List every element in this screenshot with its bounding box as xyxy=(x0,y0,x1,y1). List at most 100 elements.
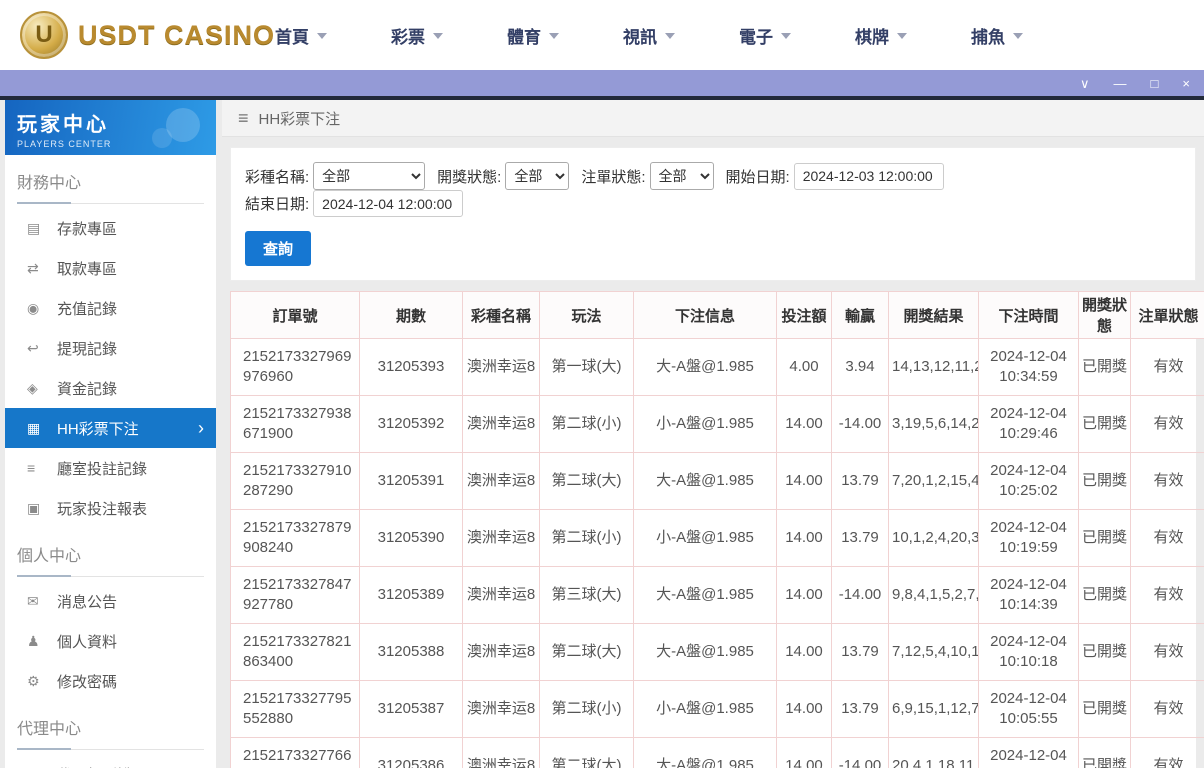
end-date-input[interactable] xyxy=(313,190,464,217)
table-cell: -14.00 xyxy=(831,566,889,624)
breadcrumb: ≡ HH彩票下注 xyxy=(222,100,1204,137)
logo[interactable]: U USDT CASINO xyxy=(20,11,275,59)
table-cell: 澳洲幸运8 xyxy=(462,395,540,453)
nav-item-5[interactable]: 電子 xyxy=(739,23,792,48)
nav-item-2[interactable]: 彩票 xyxy=(391,23,444,48)
sidebar-item[interactable]: ⇄ 取款專區 xyxy=(5,248,216,288)
table-header-cell: 期數 xyxy=(359,291,463,339)
table-cell: 小-A盤@1.985 xyxy=(633,509,777,567)
table-cell: 小-A盤@1.985 xyxy=(633,395,777,453)
sidebar-item[interactable]: ◉ 充值記錄 xyxy=(5,288,216,328)
table-cell: 31205387 xyxy=(359,680,463,738)
order-status-label: 注單狀態: xyxy=(581,168,646,186)
table-cell: 31205391 xyxy=(359,452,463,510)
sidebar-item[interactable]: ◈ 資金記錄 xyxy=(5,368,216,408)
filter-panel: 彩種名稱: 全部 開獎狀態: 全部 注單狀態: 全部 開始日期: 結束日期: xyxy=(230,147,1196,281)
recharge-record-icon: ◉ xyxy=(27,299,40,316)
table-cell: 有效 xyxy=(1130,452,1204,510)
table-row: 2152173327910287290 31205391 澳洲幸运8 第二球(大) 大-… xyxy=(230,452,1204,510)
table-cell: 大-A盤@1.985 xyxy=(633,566,777,624)
table-header-cell: 注單狀態 xyxy=(1130,291,1204,339)
maximize-icon[interactable]: □ xyxy=(1151,77,1159,90)
table-header-cell: 下注時間 xyxy=(978,291,1079,339)
sidebar-item[interactable]: ✉ 消息公告 xyxy=(5,581,216,621)
table-cell: 14.00 xyxy=(776,737,832,768)
table-cell: 澳洲幸运8 xyxy=(462,737,540,768)
table-header-cell: 訂單號 xyxy=(230,291,360,339)
table-row: 2152173327938671900 31205392 澳洲幸运8 第二球(小) 小-… xyxy=(230,395,1204,453)
order-status-select[interactable]: 全部 xyxy=(649,162,714,190)
sidebar-item[interactable]: ▤ 存款專區 xyxy=(5,208,216,248)
table-cell: 9,8,4,1,5,2,7,3 xyxy=(888,566,979,624)
table-cell: 13.79 xyxy=(831,452,889,510)
sidebar-item[interactable]: ↩ 提現記錄 xyxy=(5,328,216,368)
chevron-down-icon[interactable]: ∨ xyxy=(1080,77,1090,90)
sidebar-section-label: 代理中心 xyxy=(17,715,204,750)
sidebar-item[interactable]: ▣ 玩家投注報表 xyxy=(5,488,216,528)
lottery-name-select[interactable]: 全部 xyxy=(313,162,426,190)
hamburger-menu-icon[interactable]: ≡ xyxy=(238,108,249,129)
nav-item-3[interactable]: 體育 xyxy=(507,23,560,48)
table-cell: 已開獎 xyxy=(1078,452,1131,510)
sidebar-item[interactable]: ≡ 廳室投註記錄 xyxy=(5,448,216,488)
table-header-cell: 下注信息 xyxy=(633,291,777,339)
table-cell: 31205393 xyxy=(359,338,463,396)
page-title: HH彩票下注 xyxy=(258,110,341,128)
nav-item-4[interactable]: 視訊 xyxy=(623,23,676,48)
table-cell: 有效 xyxy=(1130,737,1204,768)
table-cell: 13.79 xyxy=(831,509,889,567)
table-cell: 有效 xyxy=(1130,623,1204,681)
chevron-down-icon xyxy=(781,33,792,39)
table-cell: 2152173327795552880 xyxy=(230,680,360,738)
logo-coin-icon: U xyxy=(20,11,68,59)
nav-item-7[interactable]: 捕魚 xyxy=(971,23,1024,48)
sidebar-item-label: 消息公告 xyxy=(57,593,118,611)
sidebar-item-label: 取款專區 xyxy=(57,260,118,278)
sidebar-item[interactable]: ✎代理規則說明 xyxy=(5,754,216,768)
sidebar-item[interactable]: ♟ 個人資料 xyxy=(5,621,216,661)
sidebar-item-label: 修改密碼 xyxy=(57,673,118,691)
table-cell: 7,12,5,4,10,18,19,11 xyxy=(888,623,979,681)
table-cell: 2024-12-04 10:19:59 xyxy=(978,509,1079,567)
table-cell: 14.00 xyxy=(776,452,832,510)
chevron-down-icon xyxy=(317,33,328,39)
sidebar-item-label: 玩家投注報表 xyxy=(57,500,148,518)
table-cell: 2024-12-04 10:10:18 xyxy=(978,623,1079,681)
table-cell: 小-A盤@1.985 xyxy=(633,680,777,738)
nav-item-6[interactable]: 棋牌 xyxy=(855,23,908,48)
nav-item-label: 棋牌 xyxy=(855,27,890,47)
table-cell: 10,1,2,4,20,3,12,8 xyxy=(888,509,979,567)
table-cell: 有效 xyxy=(1130,680,1204,738)
table-cell: 2024-12-04 10:14:39 xyxy=(978,566,1079,624)
page-layout: 玩家中心 PLAYERS CENTER 財務中心 ▤ 存款專區 ⇄ 取款專區 ◉ 充值記錄 ↩… xyxy=(0,100,1204,768)
table-cell: 2024-12-04 10:01:02 xyxy=(978,737,1079,768)
chevron-right-icon: › xyxy=(198,418,204,438)
bets-table: 訂單號 期數 彩種名稱 玩法 下注信息 投注額 輸贏 開獎結果 下注時間 開獎狀態 注單狀態 2152… xyxy=(230,291,1204,768)
table-cell: 已開獎 xyxy=(1078,338,1131,396)
table-cell: 第二球(小) xyxy=(539,509,634,567)
cashout-record-icon: ↩ xyxy=(27,339,39,356)
table-cell: 已開獎 xyxy=(1078,395,1131,453)
table-cell: 14,13,12,11,20,19,6,17 xyxy=(888,338,979,396)
minimize-icon[interactable]: — xyxy=(1114,77,1127,90)
start-date-input[interactable] xyxy=(793,162,944,190)
table-cell: 有效 xyxy=(1130,509,1204,567)
funds-record-icon: ◈ xyxy=(27,379,38,396)
table-header-row: 訂單號 期數 彩種名稱 玩法 下注信息 投注額 輸贏 開獎結果 下注時間 開獎狀態 注單狀態 xyxy=(230,291,1204,339)
sidebar-item[interactable]: ⚙ 修改密碼 xyxy=(5,661,216,701)
table-cell: 澳洲幸运8 xyxy=(462,623,540,681)
draw-status-label: 開獎狀態: xyxy=(437,168,502,186)
table-row: 2152173327821863400 31205388 澳洲幸运8 第二球(大) 大-… xyxy=(230,623,1204,681)
table-cell: -14.00 xyxy=(831,395,889,453)
sidebar-item-active[interactable]: ▦ HH彩票下注 › xyxy=(5,408,216,448)
nav-item-1[interactable]: 首頁 xyxy=(275,23,328,48)
table-row: 2152173327795552880 31205387 澳洲幸运8 第二球(小) 小-… xyxy=(230,680,1204,738)
close-icon[interactable]: × xyxy=(1182,77,1190,90)
table-cell: 澳洲幸运8 xyxy=(462,338,540,396)
logo-text: USDT CASINO xyxy=(78,19,276,50)
table-cell: -14.00 xyxy=(831,737,889,768)
table-cell: 2024-12-04 10:34:59 xyxy=(978,338,1079,396)
user-icon: ♟ xyxy=(27,632,40,649)
search-button[interactable]: 查詢 xyxy=(245,231,312,266)
draw-status-select[interactable]: 全部 xyxy=(505,162,570,190)
